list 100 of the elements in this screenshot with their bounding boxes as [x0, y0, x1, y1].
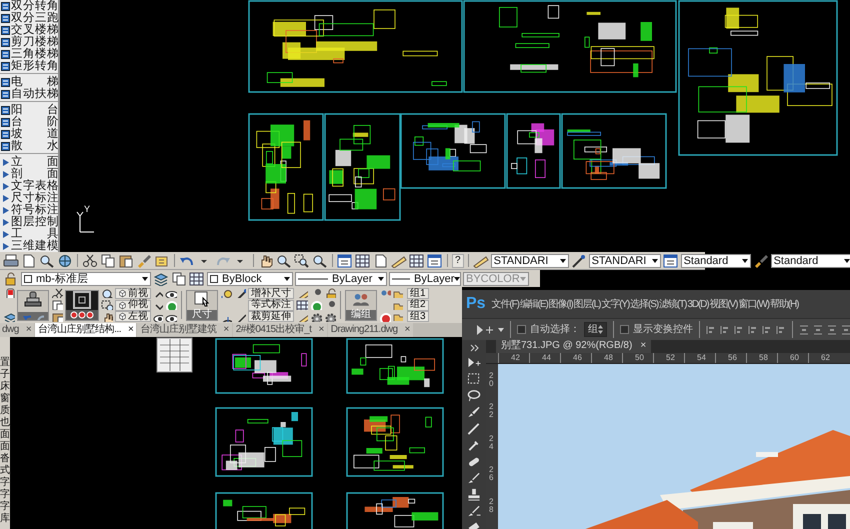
- menu-item[interactable]: 文字(Y): [601, 296, 630, 312]
- globe-icon[interactable]: [57, 254, 73, 268]
- figures-icon[interactable]: [379, 288, 391, 298]
- menu-item[interactable]: 滤镜(T): [659, 296, 686, 312]
- block-icon[interactable]: [154, 254, 170, 268]
- file-tab[interactable]: Drawing211.dwg ×: [328, 323, 413, 337]
- ruler-icon[interactable]: [472, 254, 489, 268]
- grid-icon[interactable]: [296, 300, 308, 310]
- scissors-icon[interactable]: [51, 288, 63, 298]
- menu-item[interactable]: 双分转角: [11, 0, 59, 12]
- caret-icon[interactable]: [498, 326, 504, 332]
- menu-item[interactable]: 散 水: [11, 140, 59, 152]
- linetype-dropdown[interactable]: ByLayer: [295, 272, 387, 286]
- group-item[interactable]: 组3: [407, 311, 429, 322]
- move-tool-icon[interactable]: [466, 356, 482, 368]
- view-button[interactable]: 前视: [115, 288, 151, 299]
- move-tool-icon[interactable]: [476, 324, 494, 336]
- distribute-icon[interactable]: [813, 324, 823, 334]
- file-tab[interactable]: 台湾山庄别墅结构... ×: [35, 323, 136, 337]
- menu-item[interactable]: 图层控制: [11, 216, 59, 228]
- dimension-icon[interactable]: [220, 288, 232, 298]
- layers-icon[interactable]: [153, 272, 169, 286]
- align-icon[interactable]: [776, 324, 786, 334]
- printer-icon[interactable]: [3, 254, 19, 268]
- lock-icon[interactable]: [324, 288, 336, 298]
- window-icon[interactable]: [662, 254, 679, 268]
- eye-icon[interactable]: [165, 288, 177, 298]
- group-item[interactable]: 组1: [407, 288, 429, 299]
- pages-icon[interactable]: [171, 272, 187, 286]
- menu-item[interactable]: 窗: [0, 393, 10, 404]
- color-dropdown[interactable]: ByBlock: [207, 272, 293, 286]
- align-icon[interactable]: [734, 324, 744, 334]
- menu-item[interactable]: 也: [0, 417, 10, 428]
- align-icon[interactable]: [762, 324, 772, 334]
- menu-item[interactable]: 交叉楼梯: [11, 24, 59, 36]
- menu-item[interactable]: 电 梯: [11, 76, 59, 88]
- target-dropdown[interactable]: 组: [584, 322, 607, 337]
- view-button[interactable]: 左视: [115, 311, 151, 322]
- menu-item[interactable]: 置: [0, 357, 10, 368]
- close-button[interactable]: ×: [223, 325, 229, 335]
- menu-item[interactable]: 编辑(E): [520, 296, 548, 312]
- grid-icon[interactable]: [409, 254, 425, 268]
- command-button[interactable]: 裁剪延伸: [248, 311, 294, 322]
- menu-item[interactable]: 3D(D): [687, 296, 709, 312]
- lineweight-dropdown[interactable]: ByLayer: [389, 272, 461, 286]
- magnifier-icon[interactable]: [312, 254, 328, 268]
- knife-icon[interactable]: [466, 422, 482, 434]
- menu-item[interactable]: 剪刀楼梯: [11, 36, 59, 48]
- group-button[interactable]: 编组: [345, 290, 377, 320]
- spinner-icon[interactable]: [598, 325, 603, 334]
- magnifier-icon[interactable]: [101, 288, 113, 298]
- distribute-icon[interactable]: [841, 324, 850, 334]
- stamp-icon[interactable]: [466, 488, 482, 500]
- double-arrow-icon[interactable]: [470, 343, 478, 352]
- menu-item[interactable]: 库: [0, 513, 10, 524]
- clipboard-icon[interactable]: [118, 254, 134, 268]
- gear-icon[interactable]: [310, 312, 322, 322]
- ruler-icon[interactable]: [391, 254, 407, 268]
- three-circles-icon[interactable]: [70, 310, 94, 320]
- menu-item[interactable]: 矩形转角: [11, 60, 59, 72]
- menu-item[interactable]: 符号标注: [11, 204, 59, 216]
- brush-icon[interactable]: [466, 504, 482, 517]
- magnifier-square-icon[interactable]: [101, 300, 113, 310]
- file-tab[interactable]: dwg ×: [0, 323, 34, 337]
- checkbox[interactable]: [620, 325, 629, 334]
- window-icon[interactable]: [427, 254, 443, 268]
- stamp-button[interactable]: [17, 290, 49, 320]
- menu-item[interactable]: 三维建模: [11, 240, 59, 252]
- menu-item[interactable]: 尺寸标注: [11, 192, 59, 204]
- view-button[interactable]: 仰视: [115, 300, 151, 310]
- brush-icon[interactable]: [466, 405, 482, 418]
- eye-icon[interactable]: [153, 312, 163, 322]
- close-button[interactable]: ×: [404, 325, 410, 335]
- command-button[interactable]: 等式标注: [248, 300, 294, 310]
- distribute-icon[interactable]: [827, 324, 837, 334]
- menu-item[interactable]: 字: [0, 477, 10, 488]
- gear-icon[interactable]: [324, 312, 336, 322]
- menu-item[interactable]: 面: [0, 429, 10, 440]
- lasso-icon[interactable]: [466, 388, 482, 402]
- magnifier-square-icon[interactable]: [294, 254, 310, 268]
- menu-item[interactable]: 文字表格: [11, 180, 59, 192]
- menu-item[interactable]: 质: [0, 405, 10, 416]
- slanted-line-icon[interactable]: [570, 254, 587, 268]
- menu-item[interactable]: 视图(V): [710, 296, 738, 312]
- pages-icon[interactable]: [100, 254, 116, 268]
- menu-item[interactable]: 三角楼梯: [11, 48, 59, 60]
- command-button[interactable]: 增补尺寸: [248, 288, 294, 299]
- close-button[interactable]: ×: [640, 340, 646, 353]
- menu-item[interactable]: 图像(I): [548, 296, 573, 312]
- brush-icon[interactable]: [136, 254, 152, 268]
- scissors-icon[interactable]: [82, 254, 98, 268]
- file-tab[interactable]: 台湾山庄别墅建筑 ×: [137, 323, 232, 337]
- eye-icon[interactable]: [165, 312, 177, 322]
- window-icon[interactable]: [337, 254, 353, 268]
- menu-item[interactable]: 字: [0, 501, 10, 512]
- pages-icon[interactable]: [51, 300, 63, 310]
- magnifier-icon[interactable]: [276, 254, 292, 268]
- dimension-button[interactable]: 尺寸: [186, 290, 218, 320]
- menu-item[interactable]: 自动扶梯: [11, 88, 59, 100]
- menu-item[interactable]: 式: [0, 465, 10, 476]
